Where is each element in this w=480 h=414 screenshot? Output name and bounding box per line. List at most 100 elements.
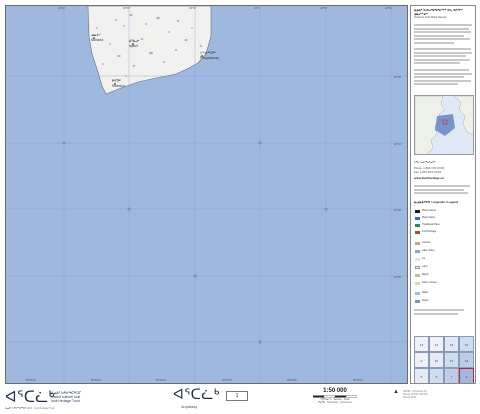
place-name-syllabics: ᐸᖕᓂᖅᑐᖅ xyxy=(200,51,216,55)
legend-item: Sand / Gravel xyxy=(414,281,474,286)
footer-footnote: ᐃᓄᐃᑦ ᐅᑭᐅᖅᑕᖅᑐᒥ 2014 · Inuit Heritage Trus… xyxy=(5,407,55,410)
index-cell[interactable]: 11 xyxy=(444,352,459,368)
institute-name-english: Inuit Heritage Trust xyxy=(51,399,80,403)
legend-item: Place Name xyxy=(414,216,474,221)
legend-item: Lake / River xyxy=(414,249,474,254)
index-cell[interactable]: 12 xyxy=(459,352,474,368)
scale-units: ᑭᓛᒥᑕ · Kilomètres · Kilometres xyxy=(318,401,352,404)
place-name-syllabics: ᓄᓇᐅᑉ xyxy=(91,33,101,37)
legend-label: Inuit Heritage xyxy=(422,230,437,233)
panel-text-block-2 xyxy=(414,48,474,66)
legend-label: Ice xyxy=(422,257,426,260)
right-tick-label: 62°04' xyxy=(394,142,402,146)
inset-location-map[interactable] xyxy=(414,95,474,155)
legend-label: Place Name xyxy=(422,216,436,219)
legend-swatch xyxy=(415,258,420,261)
legend-label: Contour xyxy=(422,241,431,244)
panel-text-block-3 xyxy=(414,69,474,87)
info-panel: ᐃᓄᐃᑦ ᐊᓯᐅᔨᖃᑦᑕᕐᕕᖏᑦ ᐊᒻᒪ ᐊᑎᖏᑦ ᓄᓇᓕᖕᓂᑦ Nunavut… xyxy=(410,5,476,384)
index-cell-selected[interactable]: 1 xyxy=(459,368,474,383)
place-name-roman: Kimmirut xyxy=(112,84,125,88)
top-tick-label: 48°40' xyxy=(385,6,393,10)
scale-block: 1:50 000 ᐊᒃᑐᐊᓂᖓ · Échelle · Scale ᑭᓛᒥᑕ ·… xyxy=(305,388,365,404)
sheet-index-grid: 13 14 15 16 9 10 11 12 5 6 7 1 xyxy=(414,336,474,383)
index-cell[interactable]: 15 xyxy=(444,336,459,352)
organization-logo: ᐊᕐᑕᓛᒃ xyxy=(5,388,56,406)
place-name-roman: Iqaluit xyxy=(129,44,138,48)
map-title-roman: Arqtallaaq xyxy=(181,405,198,409)
legend-item: Land xyxy=(414,265,474,270)
legend: ᓇᓗᓇᐃᔭᐅᑎ / Légende / Legend Place Names P… xyxy=(414,200,474,331)
legend-item: Ice xyxy=(414,257,474,262)
index-cell[interactable]: 16 xyxy=(459,336,474,352)
right-tick-label: 62°00' xyxy=(394,208,402,212)
legend-item: Contour xyxy=(414,241,474,246)
legend-swatch xyxy=(415,266,420,269)
index-cell[interactable]: 7 xyxy=(444,368,459,383)
north-arrow-icon: ▲ xyxy=(393,389,399,395)
index-cell[interactable]: 13 xyxy=(414,336,429,352)
panel-text-block-4 xyxy=(414,185,474,196)
scale-ratio: 1:50 000 xyxy=(323,388,347,394)
map-canvas[interactable]: 49°30' 49°20' 49°10' 49°0' 48°50' 48°40'… xyxy=(6,6,407,383)
legend-swatch xyxy=(415,217,420,220)
place-name-syllabics: ᐃᖃᓗᒃ xyxy=(129,39,140,43)
legend-swatch xyxy=(415,300,420,303)
technical-note: Printed 2014 xyxy=(403,397,417,399)
footer-band: ᐊᕐᑕᓛᒃ ᐃᓄᐃᑦ ᐅᑭᐅᖅᑕᖅᑐᒥ Institut culturel In… xyxy=(5,385,476,413)
legend-item: Place Names xyxy=(414,209,474,214)
legend-swatch xyxy=(415,224,420,227)
bottom-tick-label: 68°40'W xyxy=(287,378,297,382)
panel-heading-english: Nunavut Inuit Place Names xyxy=(414,16,447,19)
legend-item: Inuit Heritage xyxy=(414,230,474,235)
legend-swatch xyxy=(415,250,420,253)
water-area xyxy=(6,6,407,383)
map-frame[interactable]: 49°30' 49°20' 49°10' 49°0' 48°50' 48°40'… xyxy=(5,5,408,384)
place-name-roman: Nunavut xyxy=(91,38,103,42)
right-tick-label: 62°08' xyxy=(394,75,402,79)
top-tick-label: 49°0' xyxy=(254,6,260,10)
map-sheet: 49°30' 49°20' 49°10' 49°0' 48°50' 48°40'… xyxy=(0,0,480,414)
panel-text-block-1 xyxy=(414,24,474,46)
legend-label: Land xyxy=(422,265,428,268)
legend-swatch xyxy=(415,274,420,277)
legend-item: Depth xyxy=(414,299,474,304)
place-name-roman: Pangniqtuuq xyxy=(200,56,219,60)
top-tick-label: 49°10' xyxy=(189,6,197,10)
map-title-syllabics: ᐊᕐᑕᓛᒃ xyxy=(173,387,220,403)
right-tick-label: 61°56' xyxy=(394,275,402,279)
bottom-tick-label: 68°52'W xyxy=(91,378,101,382)
legend-label: Lake / River xyxy=(422,249,435,252)
legend-label: Traditional Place xyxy=(422,223,440,226)
legend-swatch xyxy=(415,292,420,295)
index-cell[interactable]: 6 xyxy=(429,368,444,383)
legend-item: Marsh xyxy=(414,273,474,278)
legend-label: Sand / Gravel xyxy=(422,281,437,284)
legend-label: Marsh xyxy=(422,273,429,276)
legend-swatch xyxy=(415,210,420,213)
legend-swatch xyxy=(415,242,420,245)
legend-title: ᓇᓗᓇᐃᔭᐅᑎ / Légende / Legend xyxy=(414,200,459,204)
index-cell[interactable]: 14 xyxy=(429,336,444,352)
institute-name-block: ᐃᓄᐃᑦ ᐅᑭᐅᖅᑕᖅᑐᒥ Institut culturel Inuit In… xyxy=(51,391,111,403)
legend-item: Traditional Place xyxy=(414,223,474,228)
bottom-tick-label: 68°36'W xyxy=(353,378,363,382)
legend-swatch xyxy=(415,282,420,285)
index-cell[interactable]: 5 xyxy=(414,368,429,383)
index-cell[interactable]: 9 xyxy=(414,352,429,368)
top-tick-label: 49°20' xyxy=(123,6,131,10)
bottom-tick-label: 68°48'W xyxy=(156,378,166,382)
legend-item: Water xyxy=(414,291,474,296)
top-tick-label: 48°50' xyxy=(320,6,328,10)
legend-note xyxy=(414,309,474,316)
top-tick-label: 49°30' xyxy=(58,6,66,10)
bottom-tick-label: 68°44'W xyxy=(222,378,232,382)
legend-label: Place Names xyxy=(422,209,437,212)
fax-label: Fax: 1-867-XXX-XXXX xyxy=(414,171,442,174)
index-cell[interactable]: 10 xyxy=(429,352,444,368)
legend-swatch xyxy=(415,231,420,234)
website-link[interactable]: www.inuitheritage.ca xyxy=(414,176,474,181)
contact-heading: ᐅᖃᓪᓚᒍᓯᖃᕐᓗᑎᑦ xyxy=(414,161,436,164)
legend-label: Water xyxy=(422,291,429,294)
sheet-number: 1 xyxy=(226,391,248,401)
